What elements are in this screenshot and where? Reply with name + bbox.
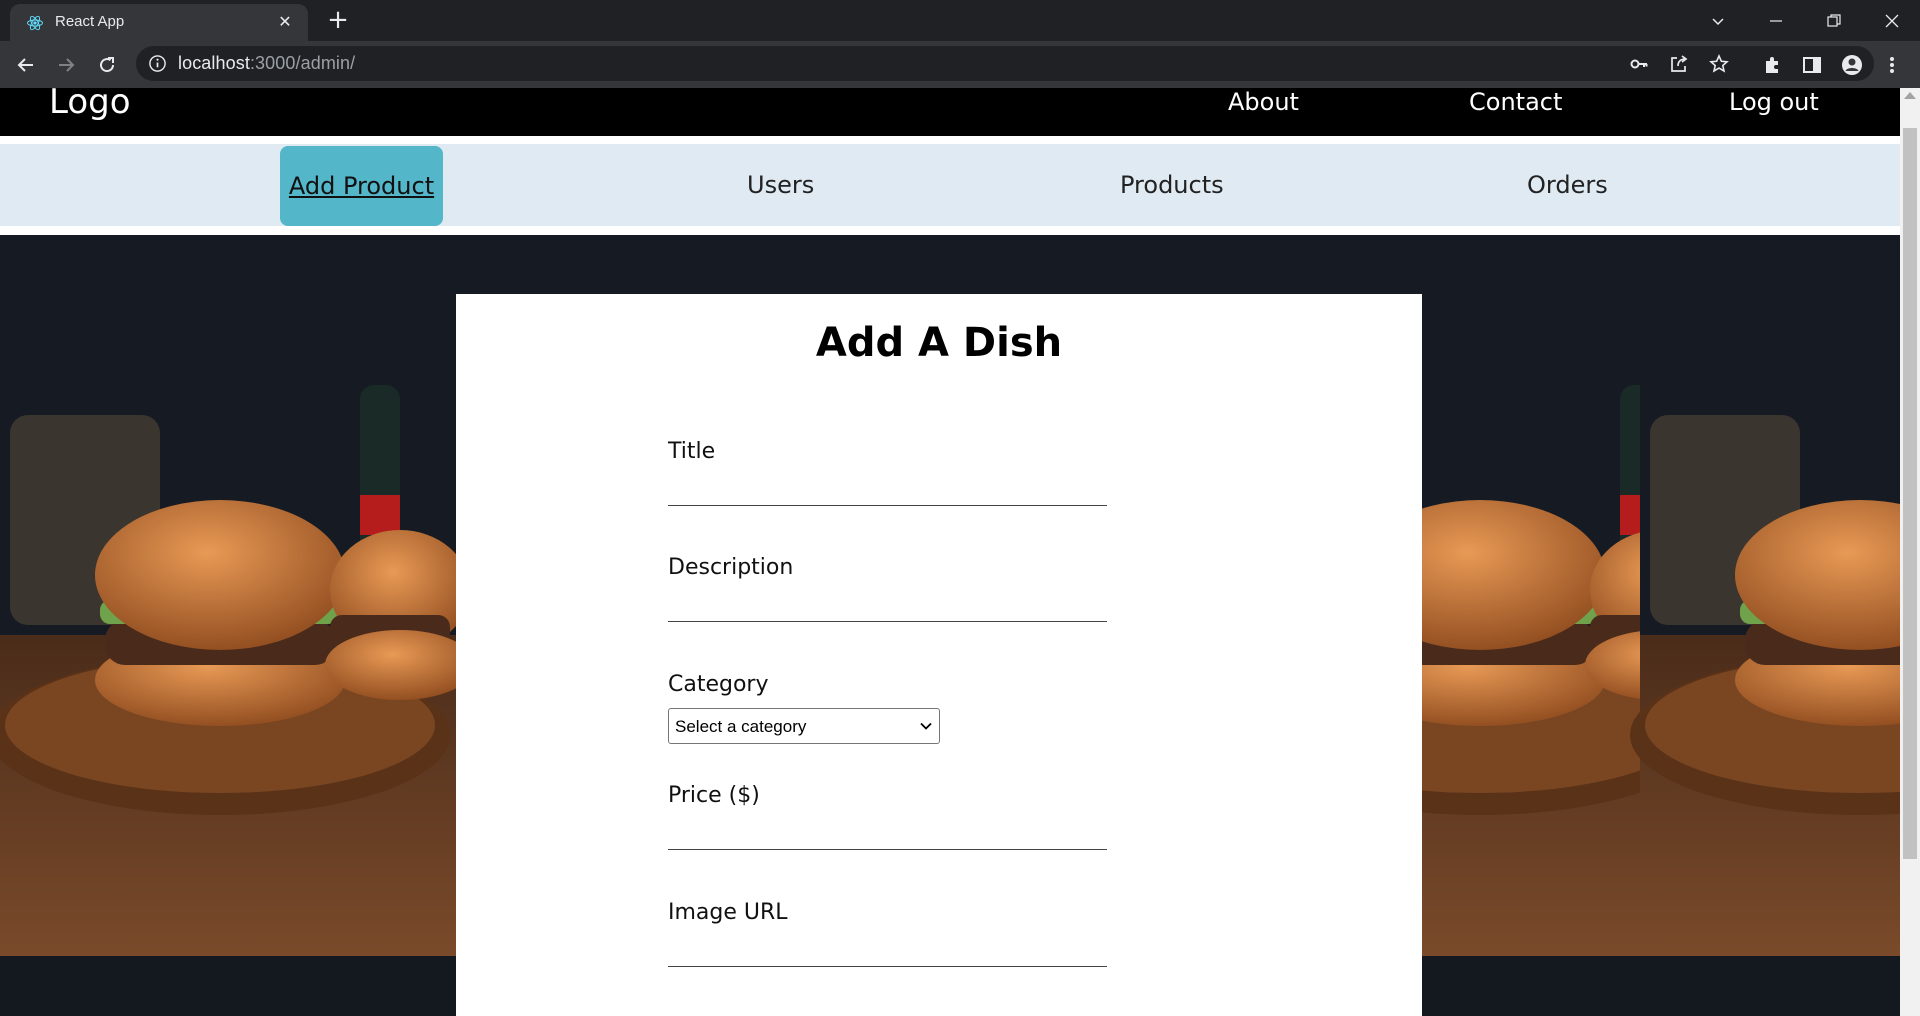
react-icon: [27, 15, 43, 31]
reload-icon[interactable]: [91, 49, 123, 81]
tab-title: React App: [55, 13, 125, 30]
side-panel-icon[interactable]: [1800, 53, 1824, 77]
form-title: Add A Dish: [815, 320, 1063, 366]
price-label: Price ($): [668, 783, 760, 808]
bookmark-star-icon[interactable]: [1708, 53, 1730, 75]
description-label: Description: [668, 555, 794, 580]
tab-search-icon[interactable]: [1690, 0, 1746, 41]
image-url-input[interactable]: [668, 966, 1107, 967]
admin-nav: Add Product Users Products Orders: [0, 144, 1900, 226]
new-tab-button[interactable]: +: [324, 7, 352, 35]
browser-toolbar: localhost:3000/admin/: [0, 41, 1920, 88]
minimize-button[interactable]: [1748, 0, 1804, 41]
chevron-down-icon: [920, 722, 932, 730]
admin-tab-users[interactable]: Users: [747, 144, 814, 226]
image-url-label: Image URL: [668, 900, 788, 925]
forward-arrow-icon[interactable]: [50, 49, 82, 81]
category-select[interactable]: Select a category: [668, 708, 940, 744]
nav-link-contact[interactable]: Contact: [1469, 88, 1562, 116]
site-header: Logo About Contact Log out: [0, 88, 1900, 136]
site-logo[interactable]: Logo: [49, 88, 131, 122]
admin-tab-orders[interactable]: Orders: [1527, 144, 1608, 226]
description-input[interactable]: [668, 621, 1107, 622]
add-dish-form: Add A Dish Title Description Category Se…: [456, 294, 1422, 1016]
address-bar[interactable]: localhost:3000/admin/: [136, 46, 1874, 81]
restore-button[interactable]: [1806, 0, 1862, 41]
browser-menu-icon[interactable]: [1880, 53, 1904, 77]
profile-avatar-icon[interactable]: [1840, 53, 1864, 77]
page-viewport: Logo About Contact Log out Add Product U…: [0, 88, 1900, 1016]
back-arrow-icon[interactable]: [10, 49, 42, 81]
title-input[interactable]: [668, 505, 1107, 506]
extensions-puzzle-icon[interactable]: [1760, 53, 1784, 77]
close-window-button[interactable]: [1864, 0, 1920, 41]
scroll-up-arrow-icon[interactable]: [1904, 92, 1916, 99]
admin-tab-add-product[interactable]: Add Product: [280, 146, 443, 226]
close-tab-icon[interactable]: ✕: [276, 13, 294, 31]
site-info-icon[interactable]: [148, 54, 167, 73]
page-scrollbar[interactable]: [1900, 88, 1920, 1016]
scroll-thumb[interactable]: [1903, 128, 1917, 859]
admin-tab-products[interactable]: Products: [1120, 144, 1224, 226]
title-label: Title: [668, 439, 716, 464]
category-selected-value: Select a category: [675, 717, 807, 736]
url-text[interactable]: localhost:3000/admin/: [178, 53, 355, 74]
browser-tab[interactable]: React App ✕: [10, 4, 308, 41]
category-label: Category: [668, 672, 769, 697]
nav-link-about[interactable]: About: [1228, 88, 1299, 116]
nav-link-logout[interactable]: Log out: [1729, 88, 1819, 116]
share-icon[interactable]: [1668, 53, 1690, 75]
price-input[interactable]: [668, 849, 1107, 850]
browser-tabstrip: React App ✕ +: [0, 0, 1920, 41]
key-icon[interactable]: [1628, 53, 1650, 75]
